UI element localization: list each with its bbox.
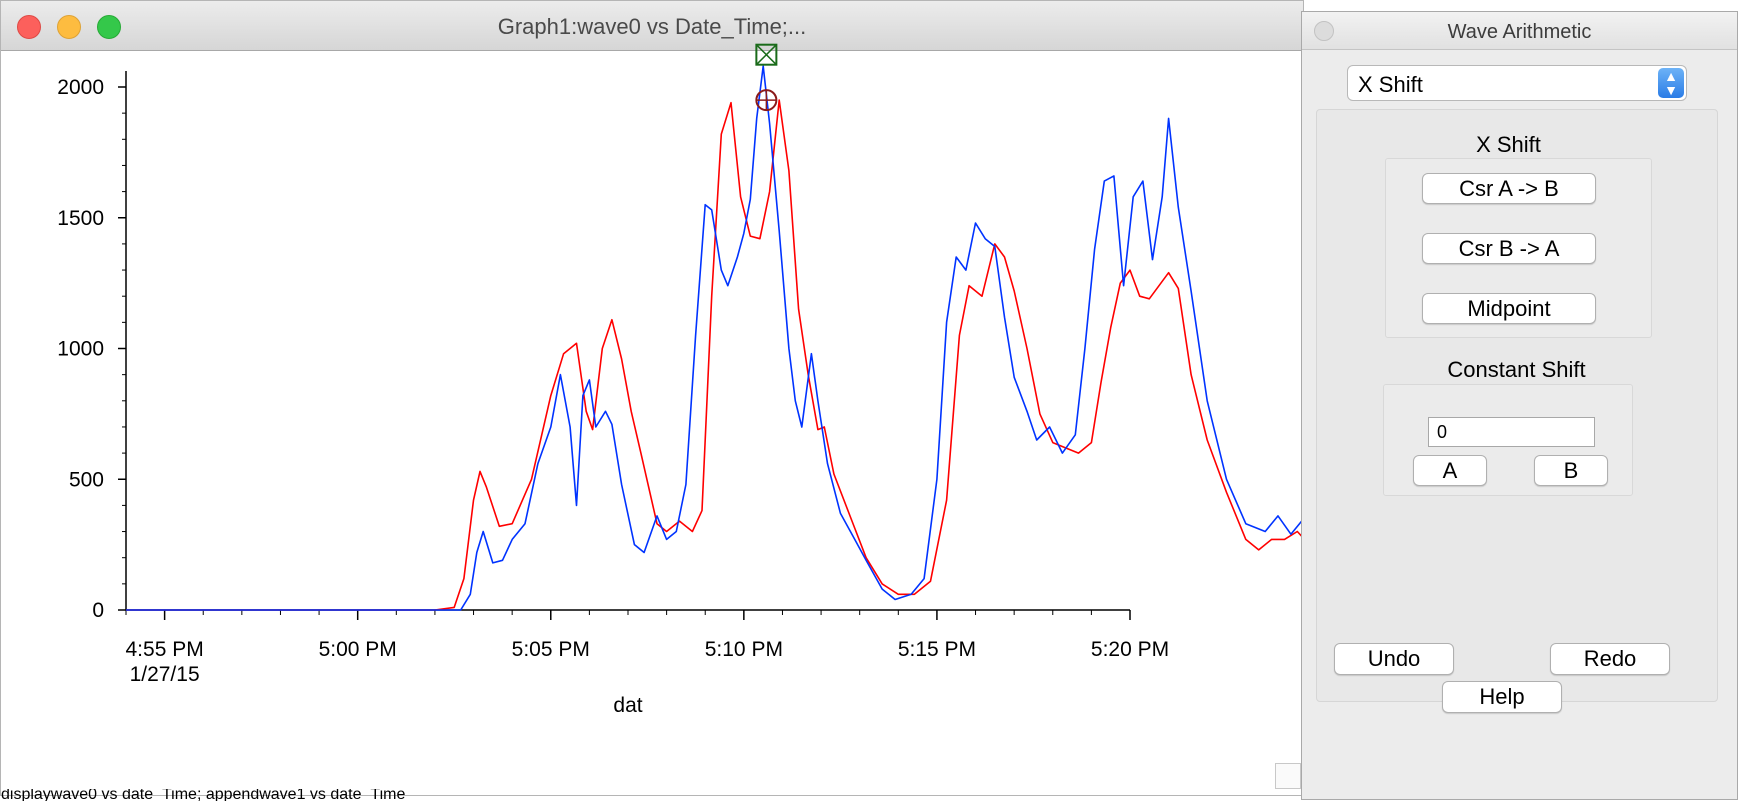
graph-window: Graph1:wave0 vs Date_Time;... 0 500 1000 15…	[0, 0, 1305, 801]
graph-plot[interactable]: 0 500 1000 1500 2000 4:55 PM1/27/15 5:00 PM 5:0…	[1, 1, 1305, 791]
y-tick-label: 1000	[57, 338, 104, 361]
cursor-layer	[755, 43, 778, 112]
midpoint-button[interactable]: Midpoint	[1422, 293, 1596, 324]
mode-select[interactable]: X Shift ▲ ▼	[1347, 65, 1687, 101]
y-tick-label: 1500	[57, 207, 104, 230]
undo-button[interactable]: Undo	[1334, 643, 1454, 675]
wave-arithmetic-panel: Wave Arithmetic X Shift ▲ ▼ X Shift Csr A…	[1301, 11, 1738, 800]
wave-arithmetic-title: Wave Arithmetic	[1447, 21, 1592, 43]
help-button[interactable]: Help	[1442, 681, 1562, 713]
x-tick-date-label: 1/27/15	[130, 663, 200, 686]
x-tick-label: 5:20 PM	[1091, 638, 1169, 661]
wave-arithmetic-titlebar[interactable]: Wave Arithmetic	[1302, 12, 1737, 50]
mode-select-value: X Shift	[1358, 72, 1423, 97]
series-layer	[126, 65, 1305, 611]
constant-shift-heading: Constant Shift	[1447, 357, 1586, 382]
y-tick-label: 2000	[57, 76, 104, 99]
select-stepper-icon: ▲ ▼	[1658, 68, 1684, 98]
x-tick-label: 5:15 PM	[898, 638, 976, 661]
x-tick-label: 5:05 PM	[512, 638, 590, 661]
redo-button[interactable]: Redo	[1550, 643, 1670, 675]
y-tick-label: 0	[92, 599, 104, 622]
shift-a-button[interactable]: A	[1413, 455, 1487, 486]
xshift-heading: X Shift	[1476, 132, 1541, 157]
x-tick-label: 5:00 PM	[319, 638, 397, 661]
x-tick-label: 4:55 PM	[126, 638, 204, 661]
command-line-strip: displaywave0 vs date_Time; appendwave1 v…	[1, 789, 406, 801]
x-axis-label: dat	[613, 694, 642, 717]
series-line-0	[126, 99, 1305, 611]
series-line-1	[126, 65, 1305, 611]
constant-shift-input[interactable]	[1428, 417, 1595, 447]
plot-axes: 0 500 1000 1500 2000 4:55 PM1/27/15 5:00 PM 5:0…	[57, 71, 1169, 717]
x-tick-label: 5:10 PM	[705, 638, 783, 661]
y-tick-label: 500	[69, 468, 104, 491]
cursor-a-marker	[755, 89, 778, 112]
shift-b-button[interactable]: B	[1534, 455, 1608, 486]
cursor-b-marker	[755, 43, 778, 66]
resize-grip[interactable]	[1275, 763, 1301, 789]
csr-b-to-a-button[interactable]: Csr B -> A	[1422, 233, 1596, 264]
csr-a-to-b-button[interactable]: Csr A -> B	[1422, 173, 1596, 204]
